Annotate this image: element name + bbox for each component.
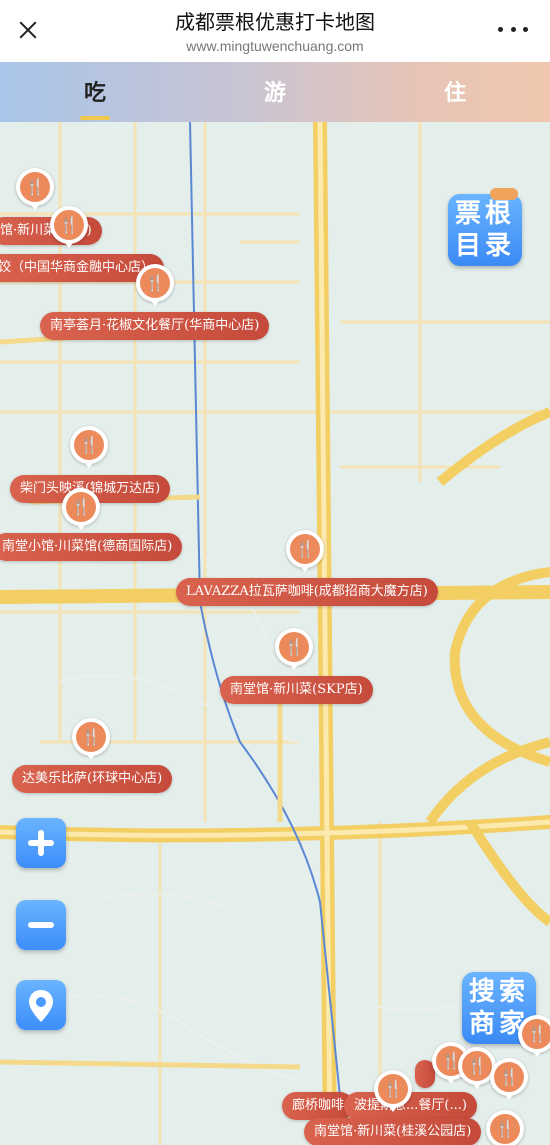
tab-travel-label: 游 (263, 81, 286, 106)
top-bar: 成都票根优惠打卡地图 www.mingtuwenchuang.com (0, 0, 550, 62)
restaurant-marker[interactable]: 🍴 (70, 426, 108, 472)
ticket-catalog-button[interactable]: 票根 目录 (448, 188, 522, 266)
fork-knife-icon: 🍴 (76, 722, 106, 752)
tab-stay[interactable]: 住 (360, 62, 550, 122)
fork-knife-icon: 🍴 (378, 1074, 408, 1104)
category-tabs: 吃 游 住 (0, 62, 550, 122)
restaurant-marker[interactable]: 🍴 (50, 206, 88, 252)
search-line1: 搜索 (468, 977, 529, 1007)
restaurant-marker[interactable]: 🍴 (62, 488, 100, 534)
page-title: 成都票根优惠打卡地图 (175, 10, 375, 34)
zoom-in-button[interactable] (16, 818, 66, 868)
location-pin-icon (29, 990, 53, 1022)
fork-knife-icon: 🍴 (74, 430, 104, 460)
restaurant-marker[interactable]: 🍴 (16, 168, 54, 214)
tab-stay-label: 住 (443, 81, 466, 106)
place-label[interactable]: 南堂馆·新川菜(SKP店) (220, 676, 373, 704)
fork-knife-icon: 🍴 (522, 1019, 550, 1049)
restaurant-marker[interactable]: 🍴 (72, 718, 110, 764)
restaurant-marker[interactable]: 🍴 (486, 1110, 524, 1145)
restaurant-marker[interactable]: 🍴 (275, 628, 313, 674)
fork-knife-icon: 🍴 (279, 632, 309, 662)
restaurant-marker[interactable]: 🍴 (136, 264, 174, 310)
page-url: www.mingtuwenchuang.com (186, 38, 364, 54)
active-tab-indicator (80, 116, 110, 120)
fork-knife-icon: 🍴 (290, 534, 320, 564)
location-button[interactable] (16, 980, 66, 1030)
badge-dots-icon (490, 188, 518, 200)
place-label[interactable]: 南堂馆·新川菜(桂溪公园店) (304, 1118, 482, 1145)
place-label[interactable]: 南堂小馆·川菜馆(德商国际店) (0, 533, 183, 561)
tab-eat[interactable]: 吃 (0, 62, 190, 122)
place-label[interactable]: 达美乐比萨(环球中心店) (12, 765, 173, 793)
zoom-out-button[interactable] (16, 900, 66, 950)
restaurant-marker[interactable]: 🍴 (286, 530, 324, 576)
fork-knife-icon: 🍴 (20, 172, 50, 202)
map-view[interactable]: 票根 目录 搜索 商家 🍴 馆·新川菜(...店) 🍴 饺（中国华商金融中心店）… (0, 122, 550, 1145)
fork-knife-icon: 🍴 (54, 210, 84, 240)
place-label[interactable]: LAVAZZA拉瓦萨咖啡(成都招商大魔方店) (176, 578, 438, 606)
restaurant-marker[interactable]: 🍴 (518, 1015, 550, 1061)
restaurant-marker[interactable]: 🍴 (490, 1058, 528, 1104)
tab-travel[interactable]: 游 (190, 62, 360, 122)
fork-knife-icon: 🍴 (490, 1114, 520, 1144)
fork-knife-icon: 🍴 (494, 1062, 524, 1092)
fork-knife-icon: 🍴 (66, 492, 96, 522)
fork-knife-icon: 🍴 (462, 1051, 492, 1081)
place-label[interactable]: 南亭荟月·花椒文化餐厅(华商中心店) (40, 312, 270, 340)
restaurant-marker[interactable]: 🍴 (374, 1070, 412, 1116)
catalog-line1: 票根 (454, 199, 515, 229)
fork-knife-icon: 🍴 (140, 268, 170, 298)
tab-eat-label: 吃 (83, 81, 106, 106)
catalog-line2: 目录 (454, 231, 515, 261)
more-options-icon[interactable] (498, 27, 528, 33)
